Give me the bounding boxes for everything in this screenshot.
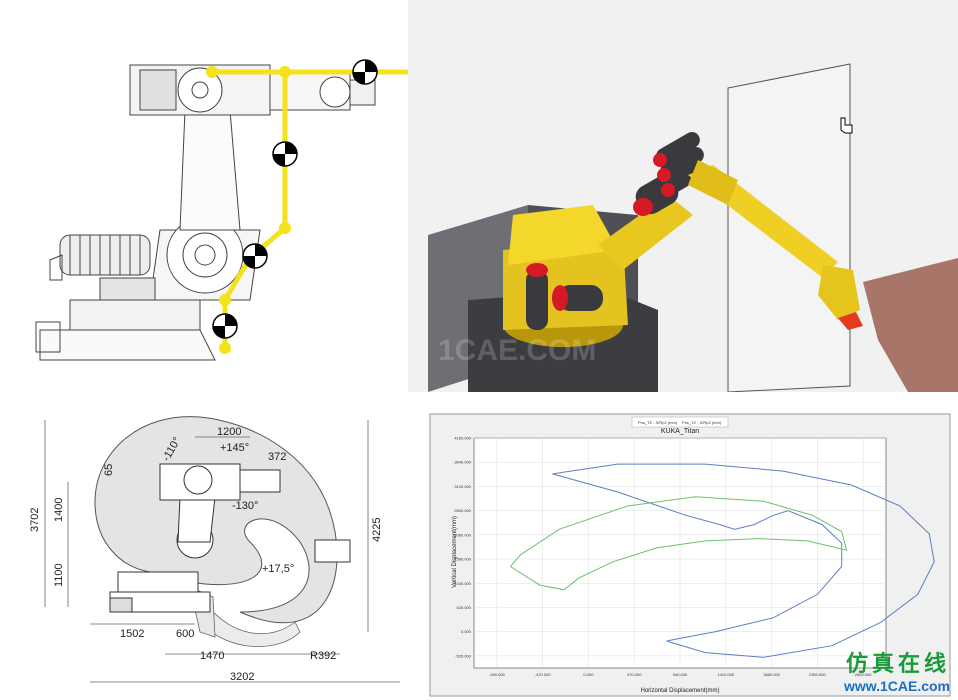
y-tick-label: 3640.000: [454, 460, 471, 465]
x-tick-label: -940.000: [489, 672, 506, 677]
robot-3d-render: 1CAE.COM: [428, 63, 958, 392]
dim-3702: 3702: [29, 508, 41, 532]
dim-65: 65: [103, 464, 115, 476]
robot-3d-render-panel: 1CAE.COM: [408, 0, 958, 392]
dim-4225: 4225: [371, 518, 383, 542]
watermark: 仿真在线 www.1CAE.com: [844, 646, 950, 694]
robot-side-drawing-panel: [0, 0, 408, 392]
faint-watermark: 1CAE.COM: [438, 334, 596, 367]
watermark-cn: 仿真在线: [845, 652, 950, 677]
work-envelope-drawing-panel: 1200 +145° -110° 65 372 -130° +17,5° 370…: [0, 392, 420, 700]
dim-1100: 1100: [53, 563, 65, 587]
y-tick-label: -520.000: [455, 653, 472, 658]
dim-minus130: -130°: [232, 500, 258, 512]
x-tick-label: 470.000: [627, 672, 642, 677]
dim-1200: 1200: [217, 426, 241, 438]
y-tick-label: 520.000: [457, 605, 472, 610]
legend-entry-1: Pos_TZ - S/Rp2 (mm): [638, 420, 678, 425]
dim-1400: 1400: [53, 498, 65, 522]
x-tick-label: 1880.000: [763, 672, 780, 677]
dim-1502: 1502: [120, 628, 144, 640]
y-tick-label: 3120.000: [454, 484, 471, 489]
watermark-url: www.1CAE.com: [843, 678, 950, 694]
trajectory-chart-panel: -940.000 -470.000 0.000 470.000 940.000 1410.…: [420, 392, 958, 700]
chart-title: KUKA_Titan: [661, 428, 699, 435]
dim-600: 600: [176, 628, 194, 640]
dim-r392: R392: [310, 650, 336, 662]
y-tick-label: 4160.000: [454, 436, 471, 441]
dim-3202: 3202: [230, 671, 254, 683]
work-envelope-drawing: 1200 +145° -110° 65 372 -130° +17,5° 370…: [29, 416, 400, 683]
x-tick-label: -470.000: [535, 672, 552, 677]
robot-side-drawing: [35, 59, 408, 361]
x-tick-label: 940.000: [673, 672, 688, 677]
dim-372: 372: [268, 451, 286, 463]
y-tick-label: 2600.000: [454, 508, 471, 513]
y-tick-label: 0.000: [461, 629, 472, 634]
dim-plus175: +17,5°: [262, 563, 294, 575]
dim-plus145: +145°: [220, 442, 249, 454]
y-axis-label: Vertical Displacement(mm): [452, 516, 458, 588]
x-tick-label: 2350.000: [809, 672, 826, 677]
dim-1470: 1470: [200, 650, 224, 662]
x-tick-label: 0.000: [583, 672, 594, 677]
x-tick-label: 1410.000: [717, 672, 734, 677]
legend-entry-2: Pos_TZ - S/Rp2 (mm): [682, 420, 722, 425]
x-axis-label: Horizontal Displacement(mm): [640, 688, 719, 694]
